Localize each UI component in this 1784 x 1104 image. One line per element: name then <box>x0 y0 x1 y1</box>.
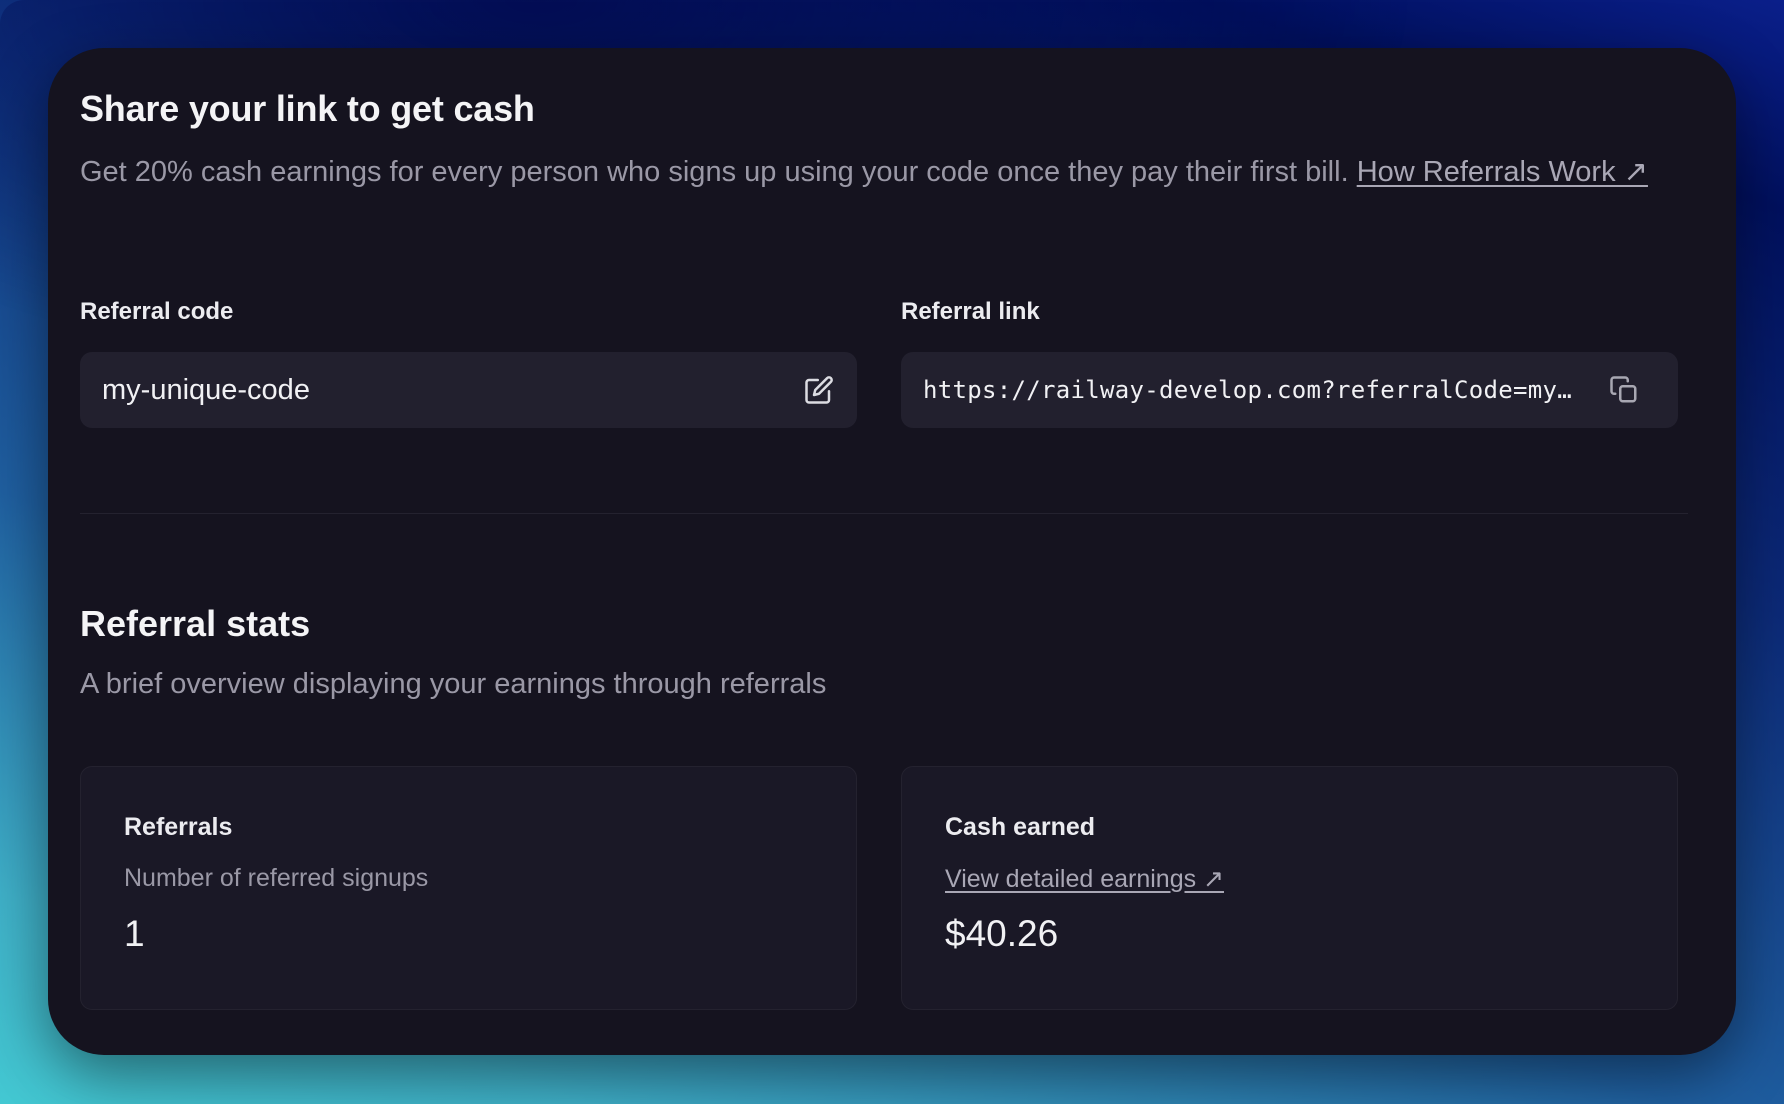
share-description: Get 20% cash earnings for every person w… <box>80 151 1680 194</box>
copy-icon[interactable] <box>1604 370 1644 410</box>
referral-code-field[interactable]: my-unique-code <box>80 352 857 428</box>
stats-description: A brief overview displaying your earning… <box>80 668 827 700</box>
referrals-count: 1 <box>124 913 145 954</box>
referrals-stat-card: Referrals Number of referred signups 1 <box>80 766 857 1010</box>
share-description-text: Get 20% cash earnings for every person w… <box>80 156 1349 188</box>
referral-link-field[interactable]: https://railway-develop.com?referralCode… <box>901 352 1678 428</box>
referral-link-value: https://railway-develop.com?referralCode… <box>923 376 1578 404</box>
referral-card: Share your link to get cash Get 20% cash… <box>48 48 1736 1055</box>
cash-earned-title: Cash earned <box>945 813 1096 841</box>
referral-code-label: Referral code <box>80 298 234 325</box>
share-title: Share your link to get cash <box>80 88 535 129</box>
referrals-stat-subtitle: Number of referred signups <box>124 864 429 892</box>
stats-title: Referral stats <box>80 603 311 644</box>
how-referrals-work-link[interactable]: How Referrals Work ↗ <box>1357 156 1648 188</box>
referrals-stat-title: Referrals <box>124 813 233 841</box>
section-divider <box>80 513 1688 514</box>
cash-earned-stat-card: Cash earned View detailed earnings ↗ $40… <box>901 766 1678 1010</box>
referral-code-value: my-unique-code <box>102 373 310 406</box>
view-detailed-earnings-link[interactable]: View detailed earnings ↗ <box>945 865 1224 893</box>
cash-earned-amount: $40.26 <box>945 913 1059 954</box>
edit-icon[interactable] <box>799 370 839 410</box>
referral-link-label: Referral link <box>901 298 1040 325</box>
cash-earned-subtitle: View detailed earnings ↗ <box>945 864 1224 894</box>
